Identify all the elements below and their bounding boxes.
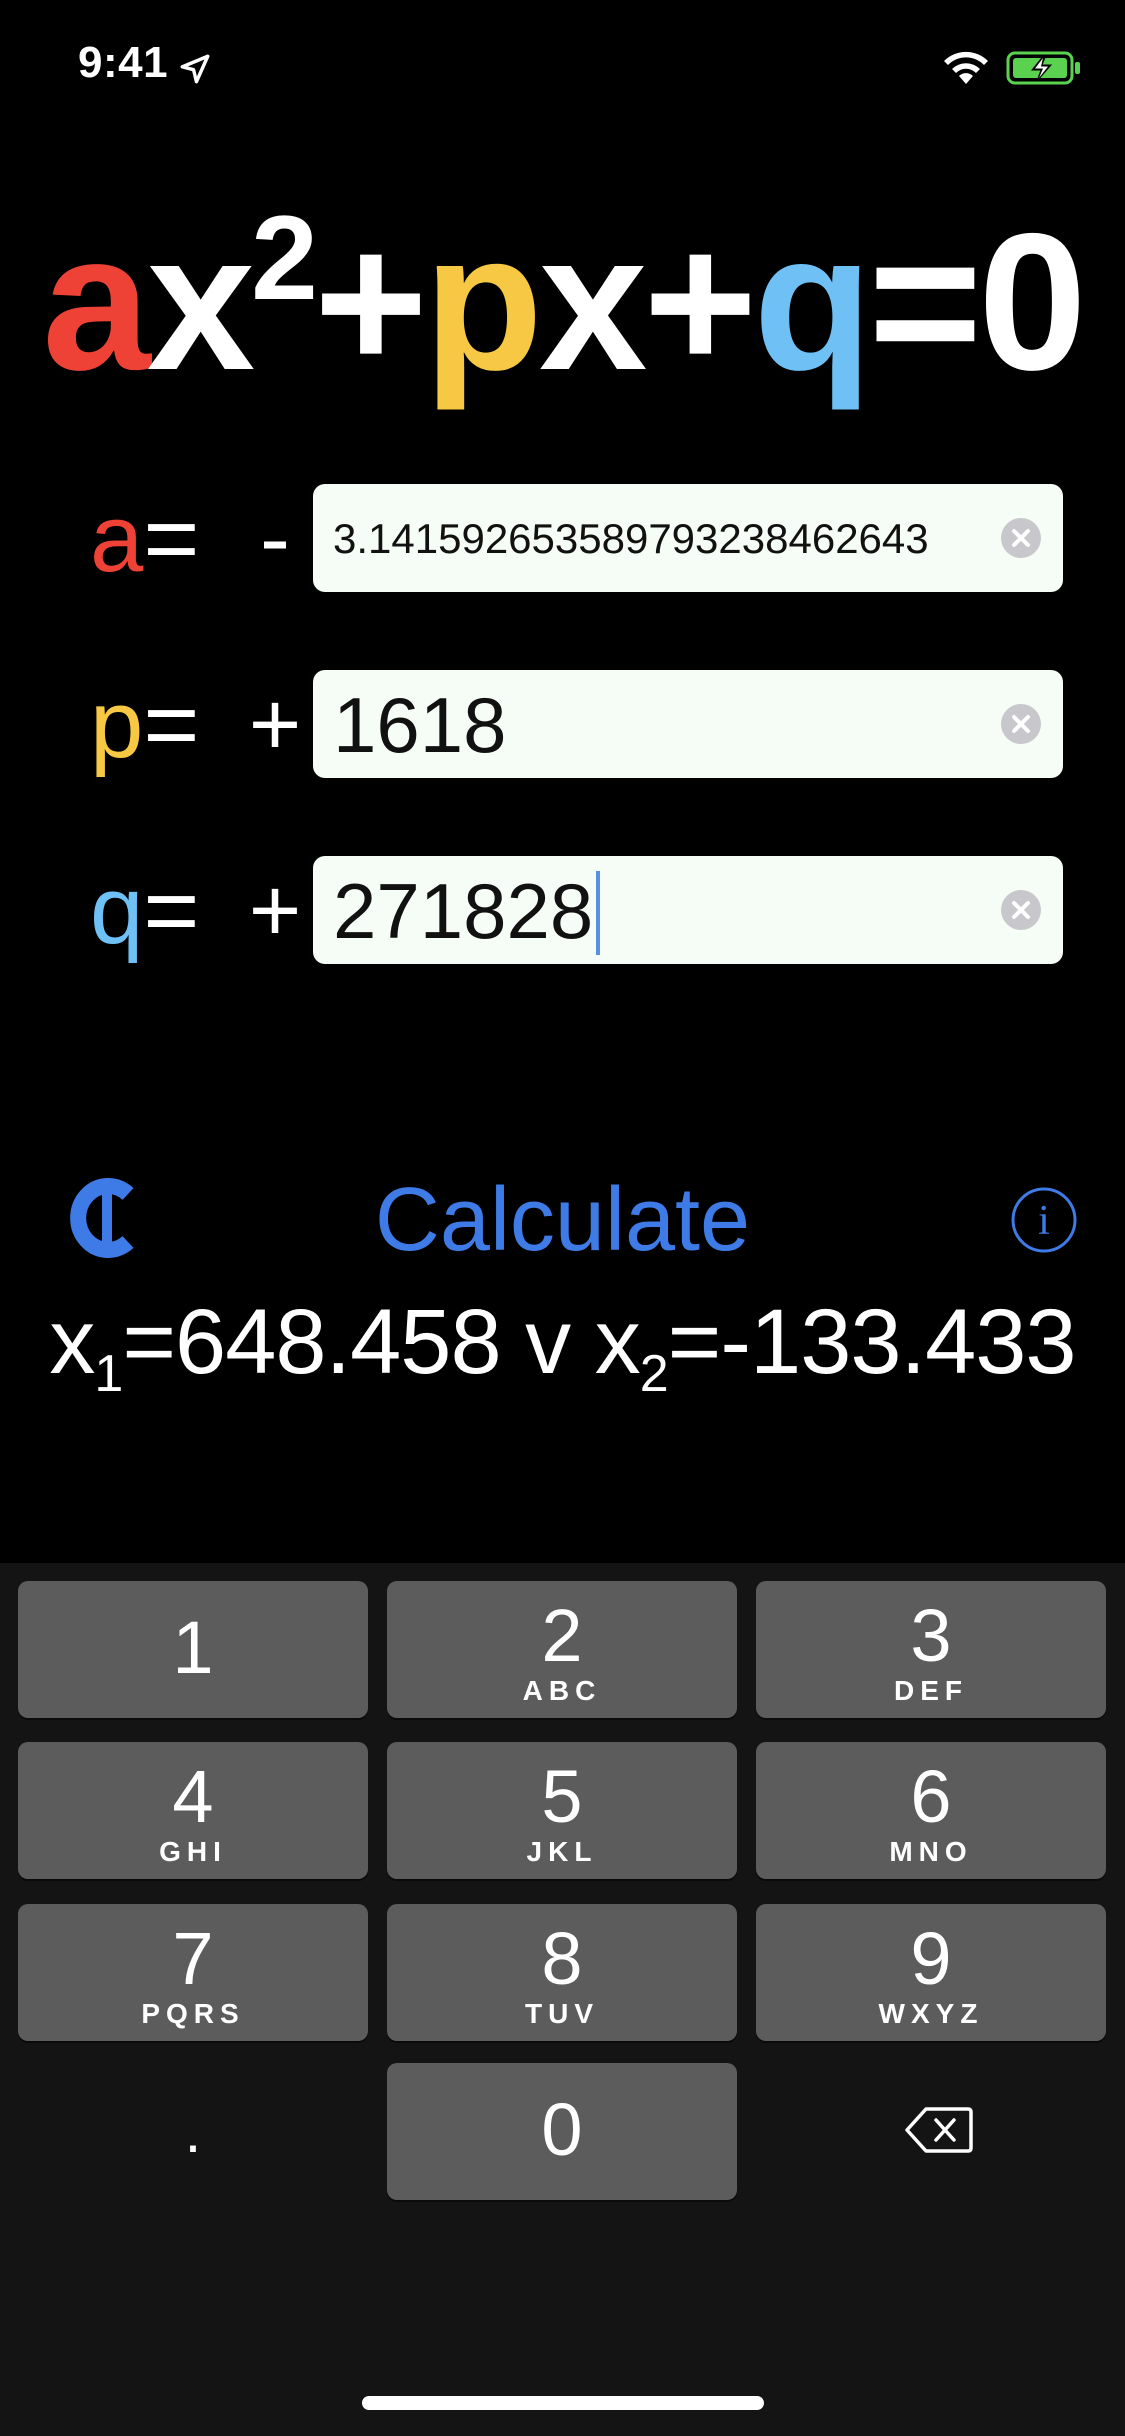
- home-indicator[interactable]: [362, 2396, 764, 2410]
- battery-charging-icon: [1006, 51, 1080, 85]
- text-caret: [596, 871, 601, 956]
- sign-toggle-p[interactable]: +: [240, 670, 310, 780]
- key-3[interactable]: 3 DEF: [756, 1581, 1106, 1718]
- key-8[interactable]: 8 TUV: [387, 1904, 737, 2041]
- input-value-q: 271828: [333, 856, 601, 964]
- location-arrow-icon: [180, 54, 210, 84]
- clear-icon[interactable]: [999, 888, 1043, 932]
- info-icon[interactable]: i: [1010, 1186, 1078, 1254]
- key-decimal-point[interactable]: .: [18, 2063, 368, 2200]
- equation-variable-x: x: [538, 193, 647, 411]
- clear-icon[interactable]: [999, 516, 1043, 560]
- key-delete[interactable]: [756, 2063, 1106, 2200]
- equation-coefficient-a: a: [42, 193, 150, 411]
- clear-icon[interactable]: [999, 702, 1043, 746]
- coefficient-row-p: p= + 1618: [0, 670, 1125, 780]
- app-screen: 9:41 ax2+px+q=0 a= - 3.14159265358979323…: [0, 0, 1125, 2436]
- coefficient-input-a[interactable]: 3.141592653589793238462643: [313, 484, 1063, 592]
- root-2-subscript: 2: [639, 1345, 669, 1403]
- coefficient-input-p[interactable]: 1618: [313, 670, 1063, 778]
- key-6[interactable]: 6 MNO: [756, 1742, 1106, 1879]
- root-1-subscript: 1: [94, 1345, 123, 1403]
- equation-exponent: 2: [251, 191, 318, 325]
- coefficient-label-a: a=: [90, 485, 200, 592]
- key-0[interactable]: 0: [387, 2063, 737, 2200]
- key-4[interactable]: 4 GHI: [18, 1742, 368, 1879]
- equation-plus: +: [643, 193, 757, 411]
- clear-all-logo-icon[interactable]: [66, 1168, 146, 1268]
- action-bar: Calculate i: [0, 1160, 1125, 1280]
- coefficient-row-a: a= - 3.141592653589793238462643: [0, 484, 1125, 594]
- root-2-value: =-133.433: [667, 1291, 1077, 1393]
- key-9[interactable]: 9 WXYZ: [756, 1904, 1106, 2041]
- key-7[interactable]: 7 PQRS: [18, 1904, 368, 2041]
- wifi-icon: [944, 51, 988, 84]
- coefficient-input-q[interactable]: 271828: [313, 856, 1063, 964]
- coefficient-row-q: q= + 271828: [0, 856, 1125, 966]
- key-5[interactable]: 5 JKL: [387, 1742, 737, 1879]
- input-value-p: 1618: [333, 681, 507, 769]
- key-1[interactable]: 1: [18, 1581, 368, 1718]
- equation-plus: +: [313, 193, 428, 411]
- equation-equals-zero: =0: [868, 193, 1086, 411]
- svg-text:i: i: [1038, 1198, 1050, 1244]
- coefficient-label-p: p=: [90, 671, 200, 778]
- coefficient-label-q: q=: [90, 857, 200, 964]
- equation-title: ax2+px+q=0: [0, 198, 1125, 400]
- calculate-button[interactable]: Calculate: [370, 1160, 755, 1280]
- key-2[interactable]: 2 ABC: [387, 1581, 737, 1718]
- result-separator: v: [500, 1291, 595, 1393]
- root-1-value: =648.458: [122, 1291, 501, 1393]
- status-time: 9:41: [78, 38, 169, 87]
- result-text: x1=648.458 v x2=-133.433: [0, 1290, 1125, 1400]
- status-bar: 9:41: [0, 0, 1125, 130]
- sign-toggle-a[interactable]: -: [240, 484, 310, 594]
- sign-toggle-q[interactable]: +: [240, 856, 310, 966]
- input-value-a: 3.141592653589793238462643: [333, 515, 929, 562]
- root-1-variable: x: [49, 1291, 95, 1393]
- equation-coefficient-q: q: [753, 193, 872, 411]
- root-2-variable: x: [594, 1291, 641, 1393]
- backspace-icon: [905, 2107, 973, 2153]
- equation-variable-x: x: [146, 193, 255, 411]
- equation-coefficient-p: p: [423, 193, 543, 411]
